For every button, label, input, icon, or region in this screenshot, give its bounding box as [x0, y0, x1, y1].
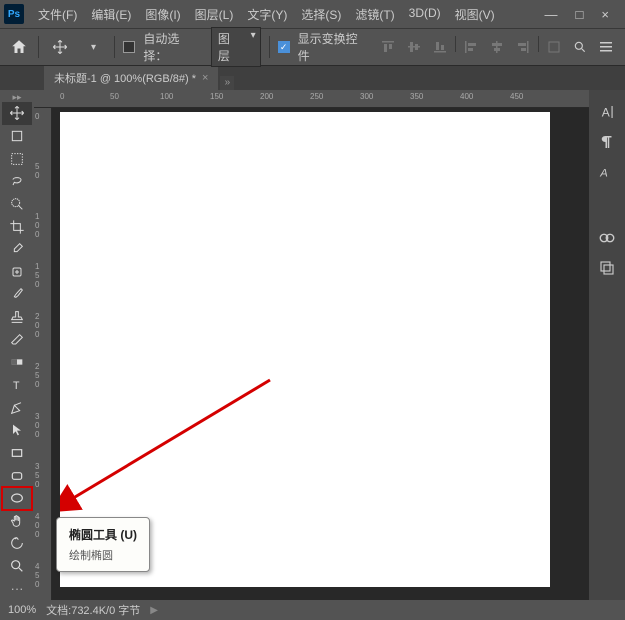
- align-left-icon[interactable]: [460, 36, 482, 58]
- tooltip-description: 绘制椭圆: [69, 547, 137, 563]
- title-bar: Ps 文件(F) 编辑(E) 图像(I) 图层(L) 文字(Y) 选择(S) 滤…: [0, 0, 625, 28]
- document-title: 未标题-1 @ 100%(RGB/8#) *: [54, 70, 196, 86]
- show-transform-label: 显示变换控件: [298, 30, 369, 64]
- layers-panel-icon[interactable]: [594, 256, 620, 280]
- distribute-icon[interactable]: [543, 36, 565, 58]
- auto-select-target[interactable]: 图层: [211, 27, 261, 67]
- quick-select-tool[interactable]: [2, 193, 32, 216]
- window-controls: — □ ×: [545, 7, 621, 22]
- brush-tool[interactable]: [2, 283, 32, 306]
- app-logo: Ps: [4, 4, 24, 24]
- canvas[interactable]: [60, 112, 550, 587]
- ellipse-tool[interactable]: [2, 487, 32, 510]
- paragraph-panel-icon[interactable]: [594, 130, 620, 154]
- close-button[interactable]: ×: [601, 7, 609, 22]
- right-panel-dock: A A: [589, 90, 625, 600]
- divider: [538, 36, 539, 52]
- divider: [269, 36, 270, 58]
- align-vcenter-icon[interactable]: [403, 36, 425, 58]
- panel-menu-icon[interactable]: [595, 36, 617, 58]
- lasso-tool[interactable]: [2, 170, 32, 193]
- rotate-view-tool[interactable]: [2, 532, 32, 555]
- stamp-tool[interactable]: [2, 306, 32, 329]
- hand-tool[interactable]: [2, 510, 32, 533]
- move-tool-icon[interactable]: [47, 34, 73, 60]
- tab-close-icon[interactable]: ×: [202, 72, 208, 84]
- svg-text:A: A: [599, 168, 608, 180]
- menu-layer[interactable]: 图层(L): [189, 2, 240, 27]
- pen-tool[interactable]: [2, 396, 32, 419]
- rounded-rect-tool[interactable]: [2, 464, 32, 487]
- align-right-icon[interactable]: [512, 36, 534, 58]
- align-hcenter-icon[interactable]: [486, 36, 508, 58]
- healing-tool[interactable]: [2, 260, 32, 283]
- tab-overflow-button[interactable]: »: [220, 76, 234, 90]
- rectangle-tool[interactable]: [2, 442, 32, 465]
- auto-select-checkbox[interactable]: [123, 41, 135, 53]
- divider: [38, 36, 39, 58]
- alignment-group: [377, 36, 617, 58]
- tool-preset-dropdown[interactable]: ▾: [81, 34, 107, 60]
- home-button[interactable]: [8, 36, 30, 58]
- edit-toolbar-icon[interactable]: ···: [2, 577, 32, 600]
- minimize-button[interactable]: —: [545, 7, 558, 22]
- options-bar: ▾ 自动选择： 图层 ✓ 显示变换控件: [0, 28, 625, 66]
- doc-info[interactable]: 文档:732.4K/0 字节: [46, 602, 140, 618]
- search-icon[interactable]: [569, 36, 591, 58]
- zoom-level[interactable]: 100%: [8, 604, 36, 616]
- menu-image[interactable]: 图像(I): [139, 2, 186, 27]
- zoom-tool[interactable]: [2, 555, 32, 578]
- svg-text:A: A: [602, 106, 610, 120]
- auto-select-label: 自动选择：: [143, 30, 203, 64]
- type-tool[interactable]: T: [2, 374, 32, 397]
- menu-select[interactable]: 选择(S): [295, 2, 347, 27]
- show-transform-checkbox[interactable]: ✓: [278, 41, 290, 53]
- divider: [114, 36, 115, 58]
- svg-text:T: T: [13, 380, 20, 392]
- menu-type[interactable]: 文字(Y): [241, 2, 293, 27]
- document-tab[interactable]: 未标题-1 @ 100%(RGB/8#) * ×: [44, 66, 218, 90]
- maximize-button[interactable]: □: [576, 7, 584, 22]
- status-bar: 100% 文档:732.4K/0 字节 ▶: [0, 600, 625, 620]
- move-tool[interactable]: [2, 102, 32, 125]
- eyedropper-tool[interactable]: [2, 238, 32, 261]
- eraser-tool[interactable]: [2, 328, 32, 351]
- menu-bar: 文件(F) 编辑(E) 图像(I) 图层(L) 文字(Y) 选择(S) 滤镜(T…: [32, 2, 501, 27]
- menu-edit[interactable]: 编辑(E): [85, 2, 137, 27]
- cc-libraries-icon[interactable]: [594, 226, 620, 250]
- character-panel-icon[interactable]: A: [594, 100, 620, 124]
- tools-panel: ▸▸ T ···: [0, 90, 34, 600]
- align-top-icon[interactable]: [377, 36, 399, 58]
- glyphs-panel-icon[interactable]: A: [594, 160, 620, 184]
- toolbar-collapse-icon[interactable]: ▸▸: [12, 92, 21, 102]
- divider: [455, 36, 456, 52]
- menu-filter[interactable]: 滤镜(T): [349, 2, 400, 27]
- menu-view[interactable]: 视图(V): [449, 2, 501, 27]
- align-bottom-icon[interactable]: [429, 36, 451, 58]
- ruler-horizontal[interactable]: 050100150200250300350400450: [34, 90, 589, 108]
- status-menu-icon[interactable]: ▶: [150, 605, 158, 616]
- menu-file[interactable]: 文件(F): [32, 2, 83, 27]
- document-tab-bar: 未标题-1 @ 100%(RGB/8#) * × »: [0, 66, 625, 90]
- path-select-tool[interactable]: [2, 419, 32, 442]
- menu-3d[interactable]: 3D(D): [403, 2, 447, 27]
- ruler-vertical[interactable]: 050100150200250300350400450: [34, 108, 52, 600]
- gradient-tool[interactable]: [2, 351, 32, 374]
- marquee-tool[interactable]: [2, 147, 32, 170]
- tool-tooltip: 椭圆工具 (U) 绘制椭圆: [56, 517, 150, 572]
- tooltip-title: 椭圆工具 (U): [69, 526, 137, 543]
- crop-tool[interactable]: [2, 215, 32, 238]
- artboard-tool[interactable]: [2, 125, 32, 148]
